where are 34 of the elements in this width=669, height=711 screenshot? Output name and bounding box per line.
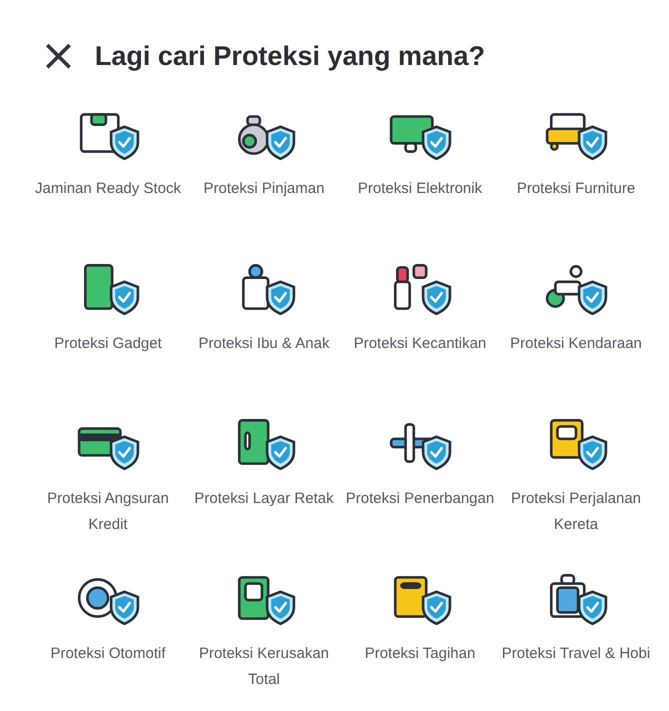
page-title: Lagi cari Proteksi yang mana? [94, 40, 486, 72]
product-label: Proteksi Tagihan [364, 644, 476, 664]
product-tile[interactable]: Proteksi Ibu & Anak [186, 259, 342, 392]
product-label: Proteksi Perjalanan Kereta [510, 489, 642, 535]
close-button[interactable]: × [40, 36, 77, 76]
product-label: Proteksi Travel & Hobi [502, 644, 650, 664]
product-tile[interactable]: Proteksi Kecantikan [342, 259, 498, 392]
product-label: Proteksi Gadget [54, 334, 162, 354]
product-label: Proteksi Kerusakan Total [198, 644, 330, 690]
product-tile[interactable]: Jaminan Ready Stock [30, 104, 186, 237]
product-label: Proteksi Otomotif [50, 644, 166, 664]
product-label: Proteksi Layar Retak [194, 489, 334, 509]
product-tile[interactable]: Proteksi Layar Retak [186, 414, 342, 547]
product-tile[interactable]: Proteksi Travel & Hobi [498, 569, 654, 702]
product-tile[interactable]: Proteksi Perjalanan Kereta [498, 414, 654, 547]
product-label: Proteksi Pinjaman [204, 179, 324, 199]
product-label: Proteksi Kecantikan [354, 334, 486, 354]
product-label: Proteksi Furniture [516, 179, 636, 199]
product-tile[interactable]: Proteksi Pinjaman [186, 104, 342, 237]
product-tile[interactable]: Proteksi Gadget [30, 259, 186, 392]
product-tile[interactable]: Proteksi Angsuran Kredit [30, 414, 186, 547]
product-tile[interactable]: Proteksi Furniture [498, 104, 654, 237]
product-label: Proteksi Ibu & Anak [198, 334, 330, 354]
product-label: Proteksi Elektronik [358, 179, 482, 199]
product-tile[interactable]: Proteksi Kendaraan [498, 259, 654, 392]
product-tile[interactable]: Proteksi Tagihan [342, 569, 498, 702]
product-tile[interactable]: Proteksi Kerusakan Total [186, 569, 342, 702]
product-label: Proteksi Kendaraan [510, 334, 642, 354]
product-tile[interactable]: Proteksi Elektronik [342, 104, 498, 237]
product-label: Jaminan Ready Stock [35, 179, 181, 199]
product-tile[interactable]: Proteksi Penerbangan [342, 414, 498, 547]
product-label: Proteksi Penerbangan [346, 489, 494, 509]
product-tile[interactable]: Proteksi Otomotif [30, 569, 186, 702]
product-label: Proteksi Angsuran Kredit [46, 489, 170, 535]
